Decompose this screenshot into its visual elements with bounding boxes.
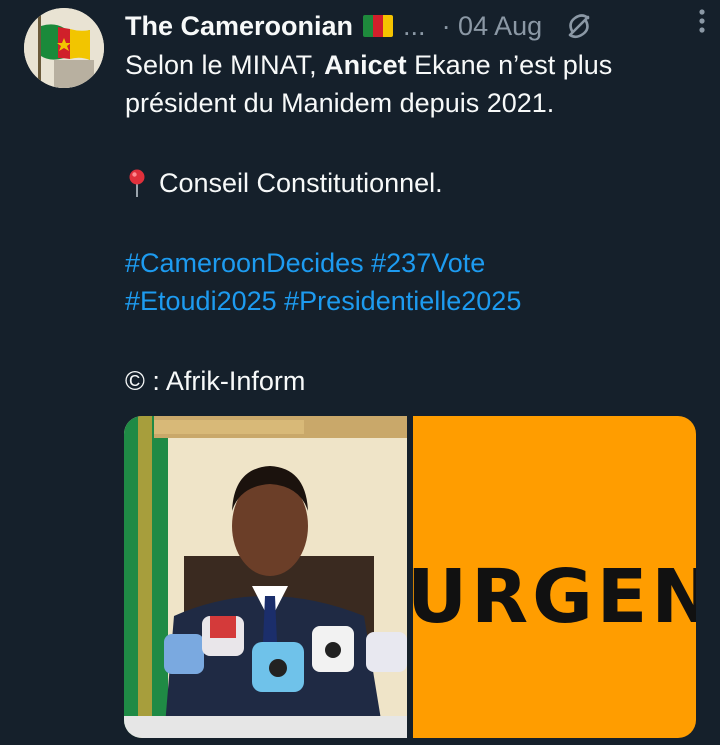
hashtag-link[interactable]: #Presidentielle2025: [284, 286, 521, 316]
tweet-date[interactable]: · 04 Aug: [442, 11, 543, 42]
tweet-header: The Cameroonian ... · 04 Aug: [125, 6, 700, 46]
text-line-1: Selon le MINAT, Anicet Ekane n’est plus: [125, 46, 700, 84]
avatar-image: [24, 8, 104, 88]
hashtag-link[interactable]: #CameroonDecides: [125, 248, 364, 278]
text-line-2: président du Manidem depuis 2021.: [125, 88, 555, 118]
text-segment: Ekane n’est plus: [406, 50, 613, 80]
hashtag-link[interactable]: #Etoudi2025: [125, 286, 277, 316]
tweet-text: Selon le MINAT, Anicet Ekane n’est plus …: [125, 46, 700, 400]
more-vertical-icon[interactable]: [690, 4, 714, 38]
credit-line: © : Afrik-Inform: [125, 366, 306, 396]
urgent-text: URGENT: [413, 554, 696, 640]
bold-text: Anicet: [324, 50, 407, 80]
name-truncation: ...: [403, 10, 426, 41]
hashtags-line-1: #CameroonDecides #237Vote: [125, 244, 700, 282]
author-avatar[interactable]: [24, 8, 104, 88]
hashtag-link[interactable]: #237Vote: [371, 248, 485, 278]
location-text: Conseil Constitutionnel.: [159, 168, 443, 198]
text-segment: Selon le MINAT,: [125, 50, 325, 80]
urgent-image[interactable]: URGENT: [413, 416, 696, 738]
grok-icon[interactable]: [562, 9, 596, 43]
hashtags-line-2: #Etoudi2025 #Presidentielle2025: [125, 282, 700, 320]
media-photo[interactable]: [124, 416, 407, 738]
author-name[interactable]: The Cameroonian: [125, 11, 353, 42]
pushpin-icon: [129, 169, 145, 197]
tweet-media: URGENT: [124, 416, 696, 738]
press-conference-photo: [124, 416, 407, 738]
location-line: Conseil Constitutionnel.: [125, 164, 700, 202]
cameroon-flag-icon: [363, 15, 394, 37]
